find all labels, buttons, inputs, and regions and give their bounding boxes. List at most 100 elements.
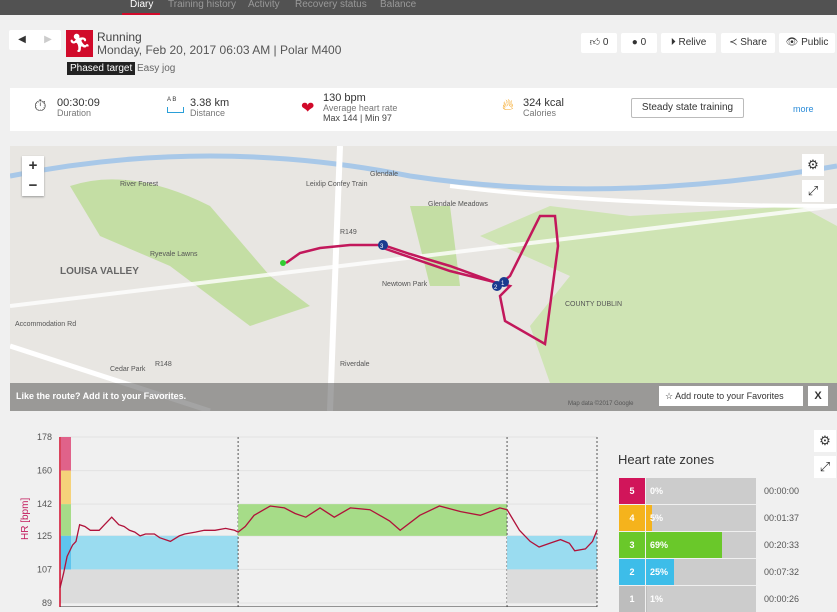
- zone-number: 4: [619, 505, 645, 531]
- session-pager: ◀ ▶: [9, 30, 61, 50]
- zone-percent: 69%: [650, 540, 669, 550]
- zone-band: [61, 504, 71, 536]
- prev-session-button[interactable]: ◀: [9, 30, 35, 50]
- play-icon: ⏵: [670, 37, 676, 48]
- map-tiles: 3 2 1 River Forest LOUISA VALLEY Leixlip…: [10, 146, 837, 411]
- summary-card: ⏱︎ 00:30:09 Duration A B 3.38 km Distanc…: [10, 88, 837, 131]
- hr-chart[interactable]: 178 160 142 125 107 89 HR [bpm]: [0, 425, 610, 607]
- phase-name: Easy jog: [137, 63, 176, 74]
- heart-icon: ❤: [301, 100, 315, 117]
- sport-name: Running: [97, 30, 142, 44]
- chart-settings-gear-icon[interactable]: ⚙: [814, 430, 836, 452]
- zone-time: 00:00:00: [764, 486, 800, 496]
- hr-zones-title: Heart rate zones: [618, 452, 715, 467]
- visibility-button[interactable]: 👁︎ Public: [779, 33, 835, 53]
- map-label: COUNTY DUBLIN: [565, 301, 622, 308]
- map-label: Ryevale Lawns: [150, 251, 198, 258]
- map-label: Newtown Park: [382, 281, 428, 288]
- favorite-message: Like the route? Add it to your Favorites…: [16, 391, 187, 401]
- y-tick-label: 178: [37, 432, 52, 442]
- map-fullscreen-icon[interactable]: ⤢: [802, 180, 824, 202]
- zone-time: 00:01:37: [764, 513, 800, 523]
- y-tick-label: 160: [37, 466, 52, 476]
- zone-number: 5: [619, 478, 645, 504]
- map-label: Leixlip Confey Train: [306, 181, 368, 188]
- distance-icon: A B: [167, 97, 177, 103]
- hr-zones-panel: Heart rate zones 5 0% 00:00:00 4 5% 00:01:37 3…: [618, 452, 799, 612]
- comment-icon: ●: [631, 37, 638, 48]
- avg-hr-label: Average heart rate: [323, 103, 398, 113]
- route-map[interactable]: 3 2 1 River Forest LOUISA VALLEY Leixlip…: [10, 146, 837, 411]
- map-zoom-control: + −: [22, 156, 44, 196]
- zone-time: 00:20:33: [764, 540, 800, 550]
- tab-activity[interactable]: Activity: [248, 0, 280, 10]
- map-label: Accommodation Rd: [15, 321, 76, 328]
- map-label: Glendale Meadows: [428, 201, 488, 208]
- more-link[interactable]: more: [793, 104, 814, 114]
- zone-band: [61, 470, 71, 505]
- session-datetime: Monday, Feb 20, 2017 06:03 AM | Polar M4…: [97, 43, 342, 57]
- stopwatch-icon: ⏱︎: [34, 98, 47, 115]
- zone-number: 1: [619, 586, 645, 612]
- comment-button[interactable]: ● 0: [621, 33, 657, 53]
- phase-target-band: [238, 504, 508, 536]
- zone-number: 2: [619, 559, 645, 585]
- zone-row-2: 2 25% 00:07:32: [619, 559, 799, 585]
- active-tab-indicator: [122, 13, 160, 15]
- zoom-out-button[interactable]: −: [22, 176, 44, 196]
- zone-percent: 0%: [650, 486, 664, 496]
- zone-time: 00:07:32: [764, 567, 800, 577]
- zoom-in-button[interactable]: +: [22, 156, 44, 176]
- zone-band: [61, 437, 71, 471]
- top-nav: Diary Training history Activity Recovery…: [0, 0, 837, 15]
- zone-time: 00:00:26: [764, 594, 800, 604]
- phased-target-badge: Phased target: [67, 62, 136, 75]
- map-label: Cedar Park: [110, 366, 146, 373]
- calories-label: Calories: [523, 108, 557, 118]
- like-button[interactable]: 👍︎ 0: [581, 33, 617, 53]
- map-label: R148: [155, 361, 172, 368]
- phase-target-band: [60, 535, 239, 570]
- tab-balance[interactable]: Balance: [380, 0, 416, 10]
- phase-target-band: [507, 535, 597, 570]
- zone-bar-fill: [646, 586, 648, 612]
- tab-training-history[interactable]: Training history: [168, 0, 236, 10]
- zone-row-5: 5 0% 00:00:00: [619, 478, 799, 504]
- zone-row-1: 1 1% 00:00:26: [619, 586, 799, 612]
- tab-diary[interactable]: Diary: [130, 0, 153, 10]
- running-icon: 🏃︎: [66, 30, 93, 57]
- y-axis-label: HR [bpm]: [20, 498, 31, 540]
- map-label: River Forest: [120, 181, 158, 188]
- thumbs-up-icon: 👍︎: [589, 37, 601, 48]
- star-icon: ☆: [665, 391, 674, 401]
- training-benefit-button[interactable]: Steady state training: [631, 98, 744, 118]
- close-favorite-button[interactable]: X: [808, 386, 828, 406]
- chart-fullscreen-icon[interactable]: ⤢: [814, 456, 836, 478]
- share-button[interactable]: ≺ Share: [721, 33, 775, 53]
- map-label: Glendale: [370, 171, 398, 178]
- share-icon: ≺: [729, 37, 738, 48]
- next-session-button[interactable]: ▶: [35, 30, 61, 50]
- map-label: Riverdale: [340, 361, 370, 368]
- map-settings-gear-icon[interactable]: ⚙: [802, 154, 824, 176]
- zone-row-3: 3 69% 00:20:33: [619, 532, 799, 558]
- zone-number: 3: [619, 532, 645, 558]
- relive-button[interactable]: ⏵ Relive: [661, 33, 716, 53]
- zone-percent: 25%: [650, 567, 669, 577]
- map-label: LOUISA VALLEY: [60, 266, 139, 277]
- ruler-icon: [167, 107, 184, 113]
- favorite-bar: Like the route? Add it to your Favorites…: [10, 383, 837, 411]
- zone-percent: 5%: [650, 513, 664, 523]
- eye-icon: 👁︎: [785, 37, 799, 48]
- y-tick-label: 125: [37, 531, 52, 541]
- zone-percent: 1%: [650, 594, 664, 604]
- zone-row-4: 4 5% 00:01:37: [619, 505, 799, 531]
- add-to-favorites-button[interactable]: ☆ Add route to your Favorites: [659, 386, 803, 406]
- distance-label: Distance: [190, 108, 226, 118]
- map-label: R149: [340, 229, 357, 236]
- duration-label: Duration: [57, 108, 92, 118]
- flame-icon: 🔥︎: [502, 97, 514, 114]
- y-tick-label: 107: [37, 564, 52, 574]
- phase-below-band: [60, 569, 239, 603]
- tab-recovery-status[interactable]: Recovery status: [295, 0, 367, 10]
